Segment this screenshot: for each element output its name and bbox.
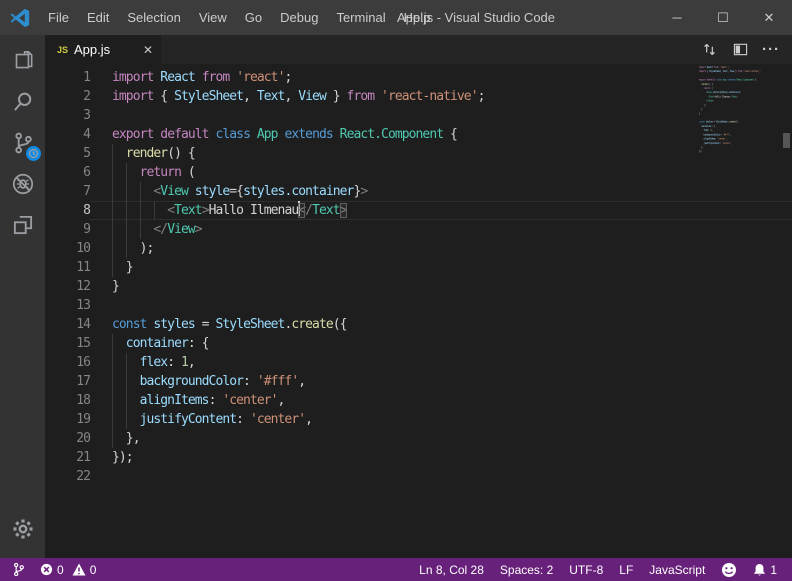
line-number: 19 xyxy=(45,410,90,429)
maximize-button[interactable]: ☐ xyxy=(700,0,746,35)
split-editor-icon[interactable] xyxy=(729,39,751,61)
line-number: 20 xyxy=(45,429,90,448)
more-actions-icon[interactable]: ··· xyxy=(760,39,782,61)
code-line-1[interactable]: 1import React from 'react'; xyxy=(45,68,792,87)
vscode-window: FileEditSelectionViewGoDebugTerminalHelp… xyxy=(0,0,792,581)
code-line-22[interactable]: 22 xyxy=(45,467,792,486)
explorer-icon[interactable] xyxy=(0,41,45,80)
line-number: 17 xyxy=(45,372,90,391)
menu-selection[interactable]: Selection xyxy=(118,0,189,35)
code-line-5[interactable]: 5 render() { xyxy=(45,144,792,163)
source-control-icon[interactable] xyxy=(0,123,45,162)
bell-icon xyxy=(753,563,766,577)
settings-gear-icon[interactable] xyxy=(0,509,45,548)
code-line-16[interactable]: 16 flex: 1, xyxy=(45,353,792,372)
debug-icon[interactable] xyxy=(0,164,45,203)
line-number: 10 xyxy=(45,239,90,258)
line-number: 22 xyxy=(45,467,90,486)
title-bar: FileEditSelectionViewGoDebugTerminalHelp… xyxy=(0,0,792,35)
line-number: 3 xyxy=(45,106,90,125)
code-line-20[interactable]: 20 }, xyxy=(45,429,792,448)
line-number: 15 xyxy=(45,334,90,353)
indentation-setting[interactable]: Spaces: 2 xyxy=(495,558,558,581)
line-number: 4 xyxy=(45,125,90,144)
menu-terminal[interactable]: Terminal xyxy=(327,0,394,35)
line-number: 13 xyxy=(45,296,90,315)
tab-bar: JS App.js ✕ xyxy=(45,35,792,64)
code-line-13[interactable]: 13 xyxy=(45,296,792,315)
line-number: 11 xyxy=(45,258,90,277)
feedback-smiley-icon[interactable] xyxy=(716,558,742,581)
warning-count: 0 xyxy=(90,563,97,577)
minimap[interactable]: import React from 'react';import { Style… xyxy=(699,65,765,165)
menu-go[interactable]: Go xyxy=(236,0,271,35)
code-line-4[interactable]: 4export default class App extends React.… xyxy=(45,125,792,144)
tab-label: App.js xyxy=(74,42,110,57)
line-number: 2 xyxy=(45,87,90,106)
extensions-icon[interactable] xyxy=(0,205,45,244)
line-number: 18 xyxy=(45,391,90,410)
close-button[interactable]: ✕ xyxy=(746,0,792,35)
encoding-setting[interactable]: UTF-8 xyxy=(564,558,608,581)
code-line-19[interactable]: 19 justifyContent: 'center', xyxy=(45,410,792,429)
code-line-18[interactable]: 18 alignItems: 'center', xyxy=(45,391,792,410)
code-line-14[interactable]: 14const styles = StyleSheet.create({ xyxy=(45,315,792,334)
search-icon[interactable] xyxy=(0,82,45,121)
error-icon xyxy=(40,563,53,576)
code-line-9[interactable]: 9 </View> xyxy=(45,220,792,239)
notifications-bell[interactable]: 1 xyxy=(748,558,782,581)
javascript-file-icon: JS xyxy=(57,45,68,55)
notification-count: 1 xyxy=(770,563,777,577)
scm-sync-clock-badge xyxy=(26,146,41,161)
line-number: 14 xyxy=(45,315,90,334)
line-number: 8 xyxy=(45,201,90,220)
line-number: 12 xyxy=(45,277,90,296)
code-line-10[interactable]: 10 ); xyxy=(45,239,792,258)
code-line-11[interactable]: 11 } xyxy=(45,258,792,277)
line-number: 5 xyxy=(45,144,90,163)
language-mode[interactable]: JavaScript xyxy=(644,558,710,581)
git-branch-icon[interactable] xyxy=(0,558,35,581)
line-number: 9 xyxy=(45,220,90,239)
menu-debug[interactable]: Debug xyxy=(271,0,327,35)
menu-view[interactable]: View xyxy=(190,0,236,35)
warning-icon xyxy=(72,563,86,576)
code-line-3[interactable]: 3 xyxy=(45,106,792,125)
editor-actions: ··· xyxy=(698,35,792,64)
line-number: 16 xyxy=(45,353,90,372)
error-count: 0 xyxy=(57,563,64,577)
menu-edit[interactable]: Edit xyxy=(78,0,118,35)
sync-arrows-icon[interactable] xyxy=(698,39,720,61)
line-number: 1 xyxy=(45,68,90,87)
activity-bar xyxy=(0,35,45,558)
menu-help[interactable]: Help xyxy=(395,0,440,35)
vscode-logo-icon xyxy=(9,7,31,29)
line-number: 6 xyxy=(45,163,90,182)
code-line-8[interactable]: 8 <Text>Hallo Ilmenau</Text> xyxy=(45,201,792,220)
code-line-2[interactable]: 2import { StyleSheet, Text, View } from … xyxy=(45,87,792,106)
code-line-6[interactable]: 6 return ( xyxy=(45,163,792,182)
line-number: 21 xyxy=(45,448,90,467)
line-number: 7 xyxy=(45,182,90,201)
minimize-button[interactable]: ─ xyxy=(654,0,700,35)
code-lines: 1import React from 'react';2import { Sty… xyxy=(45,64,792,486)
code-line-15[interactable]: 15 container: { xyxy=(45,334,792,353)
problems-indicator[interactable]: 0 0 xyxy=(35,558,101,581)
menu-file[interactable]: File xyxy=(39,0,78,35)
window-controls: ─ ☐ ✕ xyxy=(654,0,792,35)
tab-close-icon[interactable]: ✕ xyxy=(143,43,153,57)
code-line-7[interactable]: 7 <View style={styles.container}> xyxy=(45,182,792,201)
status-bar: 0 0 Ln 8, Col 28 Spaces: 2 UTF-8 LF Java… xyxy=(0,558,792,581)
cursor-position[interactable]: Ln 8, Col 28 xyxy=(414,558,489,581)
code-line-17[interactable]: 17 backgroundColor: '#fff', xyxy=(45,372,792,391)
overview-ruler-marker[interactable] xyxy=(783,133,790,148)
menu-bar: FileEditSelectionViewGoDebugTerminalHelp xyxy=(39,0,439,35)
eol-setting[interactable]: LF xyxy=(614,558,638,581)
tab-appjs[interactable]: JS App.js ✕ xyxy=(45,35,161,64)
code-editor[interactable]: 1import React from 'react';2import { Sty… xyxy=(45,64,792,558)
code-line-21[interactable]: 21}); xyxy=(45,448,792,467)
code-line-12[interactable]: 12} xyxy=(45,277,792,296)
